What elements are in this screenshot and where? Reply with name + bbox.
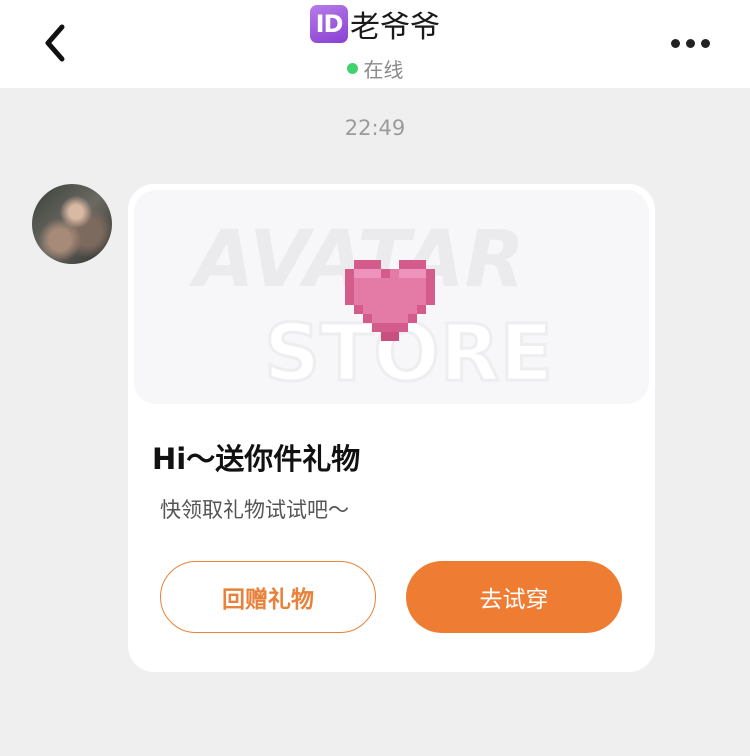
online-dot-icon: [346, 62, 358, 74]
message-timestamp: 22:49: [344, 116, 406, 140]
more-dot-icon: [670, 38, 680, 48]
try-on-button[interactable]: 去试穿: [406, 561, 622, 633]
more-button[interactable]: [668, 26, 712, 60]
gift-subtitle: 快领取礼物试试吧～: [160, 498, 349, 522]
sender-avatar[interactable]: [32, 184, 112, 264]
id-badge-icon: ID: [310, 5, 348, 43]
more-dot-icon: [700, 38, 710, 48]
online-status: 在线: [0, 54, 750, 82]
gift-title: Hi～送你件礼物: [152, 442, 361, 476]
more-dot-icon: [685, 38, 695, 48]
status-text: 在线: [363, 57, 404, 82]
chat-header: ID 老爷爷 在线: [0, 0, 750, 88]
chat-title: ID 老爷爷: [0, 4, 750, 45]
return-gift-button[interactable]: 回赠礼物: [160, 561, 376, 633]
contact-name: 老爷爷: [350, 10, 440, 45]
gift-message-card: AVATAR STORE Hi～送你件礼物 快领取礼物试试吧～ 回赠礼物 去试穿: [128, 184, 655, 672]
gift-image[interactable]: AVATAR STORE: [134, 190, 649, 404]
avatar-store-banner: AVATAR STORE: [188, 215, 555, 401]
